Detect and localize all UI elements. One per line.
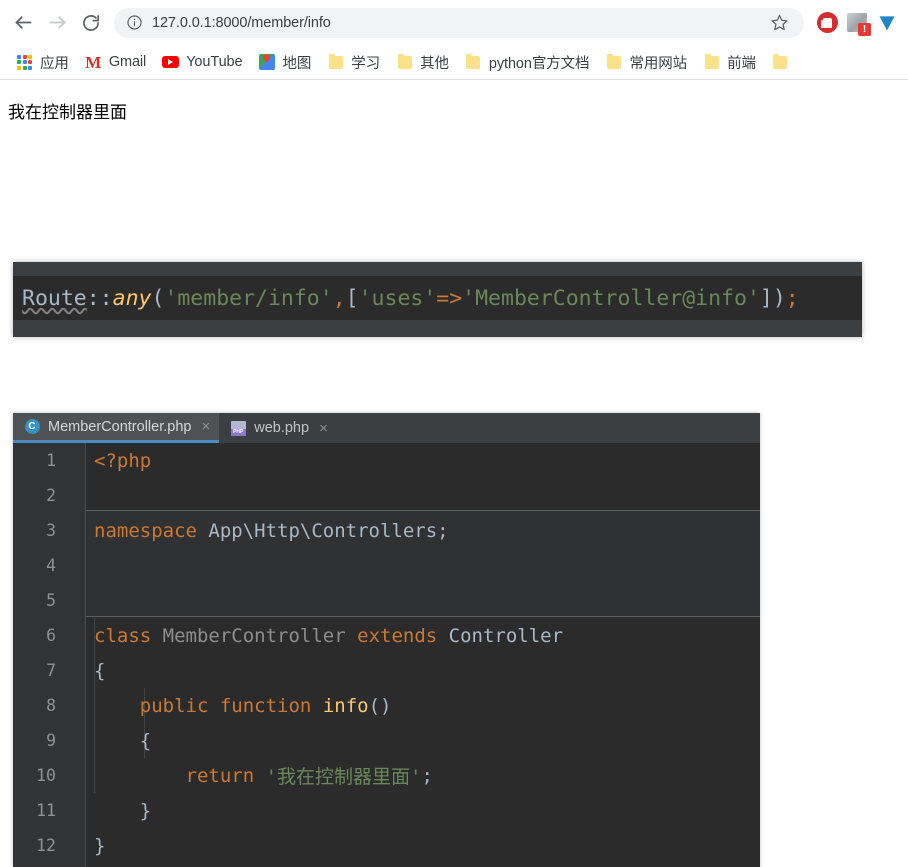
line-number: 11	[36, 801, 56, 820]
bookmark-label: 应用	[40, 55, 69, 72]
bookmark-label: 前端	[727, 55, 756, 72]
url-text: 127.0.0.1:8000/member/info	[152, 14, 331, 31]
line-number: 4	[46, 556, 56, 575]
bookmark-gmail[interactable]: M Gmail	[77, 49, 154, 75]
bookmark-label: Gmail	[108, 54, 147, 70]
folder-icon	[327, 53, 344, 71]
back-button[interactable]	[6, 6, 40, 40]
google-maps-icon	[258, 54, 275, 71]
page-viewport: 我在控制器里面 Route::any('member/info',['uses'…	[0, 80, 908, 867]
line-number: 1	[46, 451, 56, 470]
code-line: class MemberController extends Controlle…	[94, 624, 564, 647]
folder-icon	[396, 53, 413, 71]
tab-label: web.php	[254, 420, 310, 436]
info-circle-icon[interactable]	[126, 14, 143, 31]
line-number: 7	[46, 661, 56, 680]
reload-icon	[83, 14, 100, 31]
folder-icon	[465, 53, 482, 71]
bookmark-youtube[interactable]: YouTube	[154, 49, 250, 75]
line-number: 9	[46, 731, 56, 750]
php-class-icon: C	[24, 419, 40, 435]
folder-icon	[605, 53, 622, 71]
code-line: }	[94, 799, 152, 822]
bookmark-folder-xuexi[interactable]: 学习	[319, 49, 388, 75]
tab-label: MemberController.php	[48, 418, 192, 435]
line-number: 8	[46, 696, 56, 715]
bookmark-label: YouTube	[186, 54, 243, 70]
bookmark-label: python官方文档	[488, 55, 590, 72]
line-number: 10	[36, 766, 56, 785]
code-line: namespace App\Http\Controllers;	[94, 519, 449, 542]
bookmark-label: 常用网站	[629, 55, 688, 72]
bookmark-folder-common-sites[interactable]: 常用网站	[597, 49, 695, 75]
line-number: 12	[36, 836, 56, 855]
bookmark-label: 其他	[420, 55, 449, 72]
ide-editor-body: 1 2 3 4 5 6 7 8 9 10 11 12 <?php namespa…	[13, 443, 760, 867]
tab-web-php[interactable]: web.php ×	[219, 413, 337, 443]
php-file-icon	[230, 420, 246, 436]
folder-icon	[772, 53, 789, 71]
page-body-text: 我在控制器里面	[8, 103, 127, 122]
line-number: 6	[46, 626, 56, 645]
tab-membercontroller-php[interactable]: C MemberController.php ×	[13, 413, 220, 443]
youtube-icon	[162, 54, 180, 71]
reload-button[interactable]	[74, 6, 108, 40]
extension-icons	[812, 8, 902, 38]
bookmark-folder-python-docs[interactable]: python官方文档	[457, 49, 598, 75]
snippet-bottom-strip	[13, 320, 862, 337]
address-bar[interactable]: 127.0.0.1:8000/member/info	[114, 7, 804, 38]
apps-grid-icon	[16, 54, 33, 71]
bookmark-label: 学习	[351, 55, 381, 72]
bookmarks-bar: 应用 M Gmail YouTube 地图 学习 其他 python官方文档 常	[0, 45, 908, 80]
gmail-icon: M	[85, 52, 102, 72]
folder-icon	[703, 53, 720, 71]
bookmark-folder-qita[interactable]: 其他	[388, 49, 457, 75]
snippet-code-row: Route::any('member/info',['uses'=>'Membe…	[13, 276, 862, 320]
code-line: return '我在控制器里面';	[185, 764, 433, 789]
extension-puzzle-icon[interactable]	[842, 8, 872, 38]
code-line: {	[94, 729, 152, 752]
adblock-icon[interactable]	[812, 8, 842, 38]
browser-toolbar: 127.0.0.1:8000/member/info	[0, 0, 908, 45]
close-icon[interactable]: ×	[201, 419, 210, 434]
bookmark-label: 地图	[282, 55, 312, 72]
bookmark-apps[interactable]: 应用	[8, 49, 77, 75]
line-number: 5	[46, 591, 56, 610]
arrow-right-icon	[49, 16, 65, 29]
code-line: }	[94, 834, 106, 857]
bookmark-folder-frontend[interactable]: 前端	[695, 49, 764, 75]
ide-code-area[interactable]: <?php namespace App\Http\Controllers; cl…	[86, 443, 760, 867]
close-icon[interactable]: ×	[319, 421, 328, 436]
forward-button[interactable]	[40, 6, 74, 40]
teal-extension-icon[interactable]	[872, 8, 902, 38]
checkmark-shield-icon	[879, 15, 895, 30]
snippet-top-strip	[13, 262, 862, 276]
arrow-left-icon	[15, 16, 31, 29]
route-code-snippet-image: Route::any('member/info',['uses'=>'Membe…	[13, 262, 862, 337]
bookmark-folder-overflow[interactable]	[764, 49, 804, 75]
code-line: public function info()	[139, 694, 392, 717]
ide-tab-bar: C MemberController.php × web.php ×	[13, 413, 760, 443]
bookmark-maps[interactable]: 地图	[250, 49, 319, 75]
browser-chrome: 127.0.0.1:8000/member/info 应用	[0, 0, 908, 80]
code-line: <?php	[94, 449, 152, 472]
ide-line-number-gutter[interactable]: 1 2 3 4 5 6 7 8 9 10 11 12	[13, 443, 86, 867]
code-line: {	[94, 659, 106, 682]
line-number: 3	[46, 521, 56, 540]
line-number: 2	[46, 486, 56, 505]
route-code-text: Route::any('member/info',['uses'=>'Membe…	[22, 285, 799, 311]
star-bookmark-icon[interactable]	[766, 10, 792, 36]
ide-screenshot: C MemberController.php × web.php × 1 2 3…	[13, 413, 760, 867]
